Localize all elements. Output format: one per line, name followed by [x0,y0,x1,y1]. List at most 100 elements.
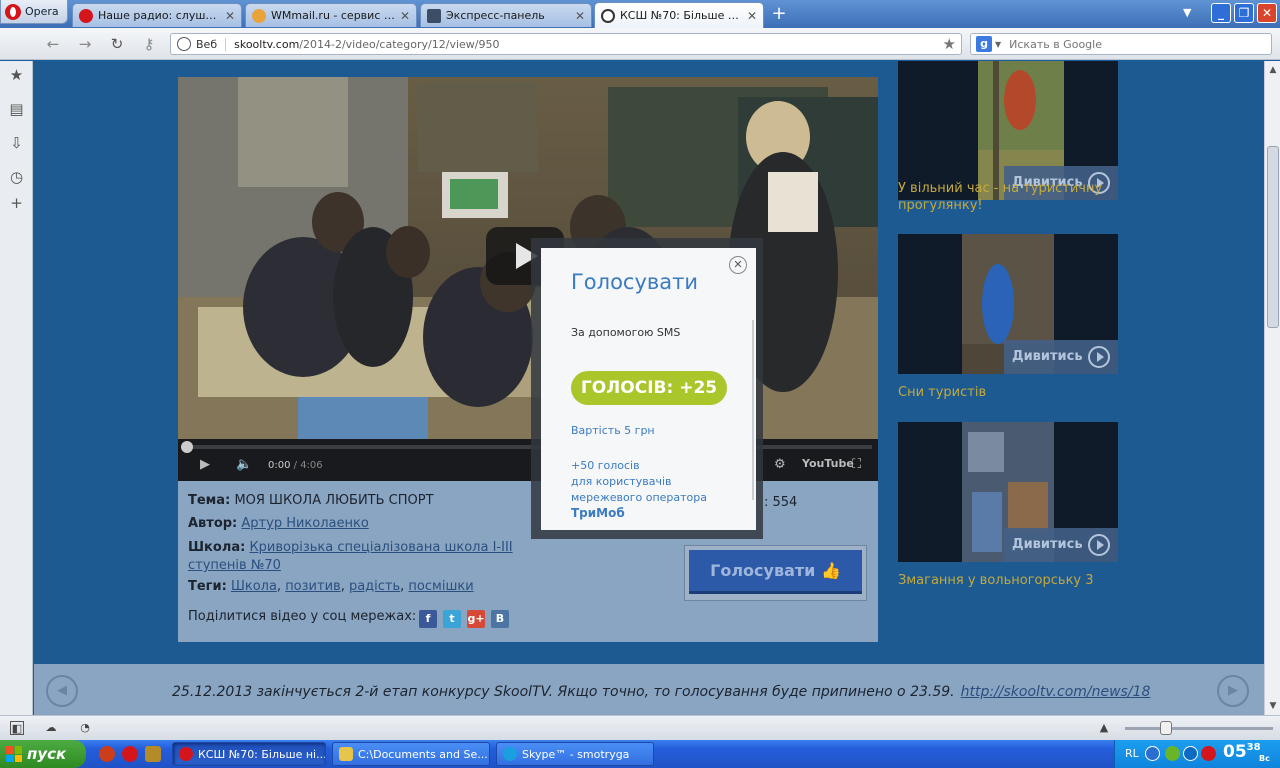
fullscreen-icon[interactable]: ⛶ [852,457,861,472]
tray-arrow-icon[interactable] [1145,746,1160,761]
zoom-out-icon[interactable]: ▲ [1097,721,1111,735]
close-tab-icon[interactable]: ✕ [400,9,410,23]
language-indicator[interactable]: RL [1125,747,1139,760]
sidebar-video-title[interactable]: У вільний час - на туристичну прогулянку… [898,180,1118,214]
wmmail-icon [252,8,266,23]
skype-icon [503,747,517,761]
history-clock-icon[interactable]: ◷ [8,169,25,186]
school-link-line1[interactable]: Криворізька спеціалізована школа І-ІІІ [249,540,512,555]
notes-icon[interactable]: ▤ [8,101,25,118]
chevron-down-icon[interactable]: ▼ [995,40,1001,49]
start-button[interactable]: пуск [0,740,86,768]
zoom-slider-track[interactable] [1125,727,1273,730]
sidebar-video-2[interactable]: Дивитись [898,234,1118,374]
url-text[interactable]: skooltv.com/2014-2/video/category/12/vie… [234,38,499,51]
play-icon[interactable]: ▶ [200,457,210,472]
votes-badge[interactable]: ГОЛОСІВ: +25 [571,371,727,405]
modal-subtitle: За допомогою SMS [571,326,681,339]
browser-tab-bar: Opera Наше радио: слушать ... ✕ WMmail.r… [0,0,1280,28]
scroll-up-icon[interactable]: ▲ [1267,65,1279,75]
facebook-icon[interactable]: f [419,610,437,628]
zoom-slider-knob[interactable] [1160,721,1172,735]
bookmarks-star-icon[interactable]: ★ [8,67,25,84]
tray-opera-icon[interactable] [1201,746,1216,761]
search-input[interactable] [1009,37,1250,51]
system-clock[interactable]: 0538 Вс [1223,742,1270,763]
quicklaunch-browser-icon[interactable] [99,746,115,762]
ticker-next-icon[interactable]: ▶ [1217,675,1249,707]
vote-button[interactable]: Голосувати 👍 [689,550,862,594]
ticker-prev-icon[interactable]: ◀ [46,675,78,707]
news-text: 25.12.2013 закінчується 2-й етап конкурс… [172,684,1150,700]
task-opera[interactable]: КСШ №70: Більше ні... [172,742,326,766]
downloads-icon[interactable]: ⇩ [8,135,25,152]
maximize-window-button[interactable]: ❐ [1234,3,1254,23]
search-box[interactable]: g ▼ [970,33,1272,55]
close-tab-icon[interactable]: ✕ [225,9,235,23]
close-tab-icon[interactable]: ✕ [575,9,585,23]
watch-button[interactable]: Дивитись [1004,528,1118,562]
twitter-icon[interactable]: t [443,610,461,628]
address-field[interactable]: Веб skooltv.com/2014-2/video/category/12… [170,33,962,55]
back-arrow-icon[interactable]: ← [42,34,64,54]
speed-gauge-icon[interactable]: ◔ [78,721,92,735]
video-progress-bar[interactable] [181,441,872,453]
bookmark-star-icon[interactable]: ★ [943,35,956,53]
close-window-button[interactable]: ✕ [1257,3,1277,23]
tab-skooltv[interactable]: КСШ №70: Більше ніж ... ✕ [594,2,764,28]
news-link[interactable]: http://skooltv.com/news/18 [961,684,1151,700]
modal-scrollbar[interactable] [752,320,754,500]
page-viewport: ▶ 🔈 0:00 / 4:06 ⚙ YouTube ⛶ Тема: МОЯ ШК… [34,61,1264,715]
video-info-panel: Тема: МОЯ ШКОЛА ЛЮБИТЬ СПОРТ Автор: Арту… [178,481,878,642]
googleplus-icon[interactable]: g+ [467,610,485,628]
tab-list-chevron-icon[interactable]: ▼ [1183,6,1191,19]
close-icon[interactable]: ✕ [729,256,747,274]
page-scrollbar[interactable]: ▲ ▼ [1264,61,1280,715]
opera-menu-button[interactable]: Opera [0,0,68,24]
news-ticker: ◀ 25.12.2013 закінчується 2-й етап конку… [34,664,1264,715]
folder-icon [339,747,353,761]
tag-link[interactable]: радість [349,579,400,594]
quicklaunch-opera-icon[interactable] [122,746,138,762]
theme-row: Тема: МОЯ ШКОЛА ЛЮБИТЬ СПОРТ [188,493,434,508]
task-explorer[interactable]: C:\Documents and Se... [332,742,490,766]
key-icon[interactable]: ⚷ [138,34,160,54]
forward-arrow-icon[interactable]: → [74,34,96,54]
add-panel-icon[interactable]: + [8,195,25,212]
tag-link[interactable]: позитив [285,579,341,594]
tab-wmmail[interactable]: WMmail.ru - сервис поч... ✕ [245,3,417,27]
tab-title: WMmail.ru - сервис поч... [271,9,395,22]
tray-network-icon[interactable] [1183,746,1198,761]
tab-nashe-radio[interactable]: Наше радио: слушать ... ✕ [72,3,242,27]
tab-speed-dial[interactable]: Экспресс-панель ✕ [420,3,592,27]
author-link[interactable]: Артур Николаенко [241,516,368,531]
progress-knob[interactable] [181,441,193,453]
watch-button[interactable]: Дивитись [1004,340,1118,374]
scrollbar-thumb[interactable] [1267,146,1279,328]
clock-hour: 05 [1223,742,1247,762]
google-icon[interactable]: g [976,36,992,52]
new-tab-button[interactable]: + [768,4,790,24]
settings-gear-icon[interactable]: ⚙ [774,457,786,472]
volume-icon[interactable]: 🔈 [236,457,252,472]
panel-toggle-icon[interactable]: ◧ [10,721,24,735]
close-tab-icon[interactable]: ✕ [747,9,757,23]
youtube-logo-icon[interactable]: YouTube [802,457,854,470]
video-player[interactable] [178,77,878,439]
turbo-cloud-icon[interactable]: ☁ [44,721,58,735]
task-skype[interactable]: Skype™ - smotryga [496,742,654,766]
tag-link[interactable]: Школа [231,579,277,594]
tab-title: Экспресс-панель [446,9,545,22]
sidebar-video-title[interactable]: Змагання у вольногорську 3 [898,572,1118,589]
school-row: Школа: Криворізька спеціалізована школа … [188,539,513,575]
sidebar-video-title[interactable]: Сни туристів [898,384,1118,401]
school-link-line2[interactable]: ступенів №70 [188,558,281,573]
quicklaunch-winamp-icon[interactable] [145,746,161,762]
sidebar-video-3[interactable]: Дивитись [898,422,1118,562]
vkontakte-icon[interactable]: B [491,610,509,628]
reload-icon[interactable]: ↻ [106,34,128,54]
minimize-window-button[interactable]: _ [1211,3,1231,23]
tray-check-icon[interactable] [1165,746,1180,761]
tag-link[interactable]: посмішки [408,579,473,594]
scroll-down-icon[interactable]: ▼ [1267,701,1279,711]
